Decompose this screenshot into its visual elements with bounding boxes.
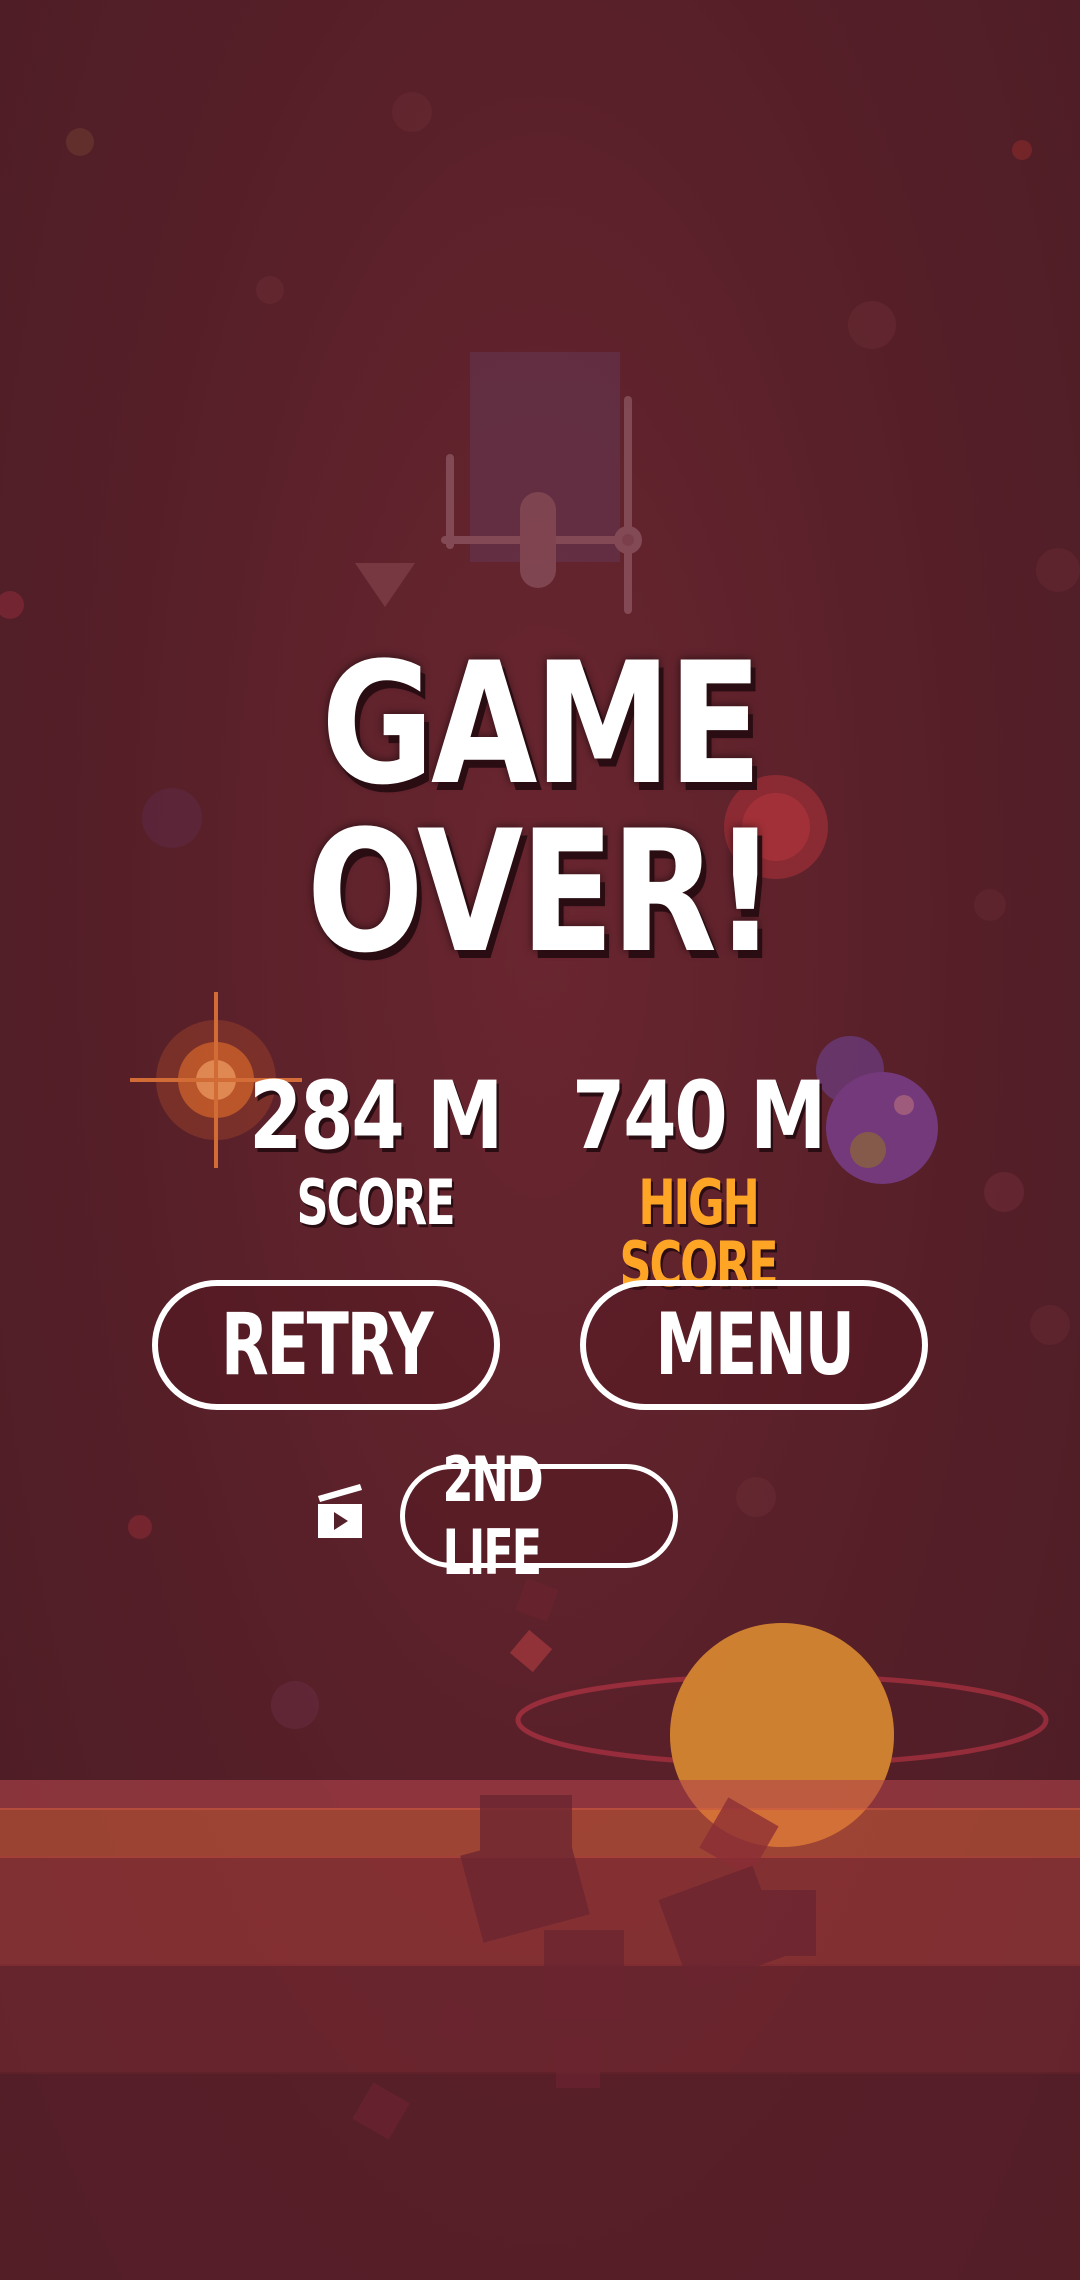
menu-button-label: MENU bbox=[655, 1295, 855, 1395]
score-label: SCORE bbox=[296, 1166, 456, 1239]
video-ad-icon bbox=[318, 1484, 362, 1538]
game-over-title: GAME OVER! bbox=[306, 626, 777, 990]
high-score-block: 740 M HIGH SCORE bbox=[518, 1070, 878, 1296]
second-life-button[interactable]: 2ND LIFE bbox=[400, 1443, 678, 1589]
high-score-label: HIGH SCORE bbox=[619, 1166, 779, 1301]
second-life-button-label: 2ND LIFE bbox=[442, 1443, 544, 1589]
score-value: 284 M bbox=[248, 1062, 504, 1171]
menu-button[interactable]: MENU bbox=[580, 1280, 928, 1410]
score-block: 284 M SCORE bbox=[195, 1070, 555, 1234]
retry-button[interactable]: RETRY bbox=[152, 1280, 500, 1410]
high-score-value: 740 M bbox=[571, 1062, 827, 1171]
retry-button-label: RETRY bbox=[220, 1295, 434, 1395]
